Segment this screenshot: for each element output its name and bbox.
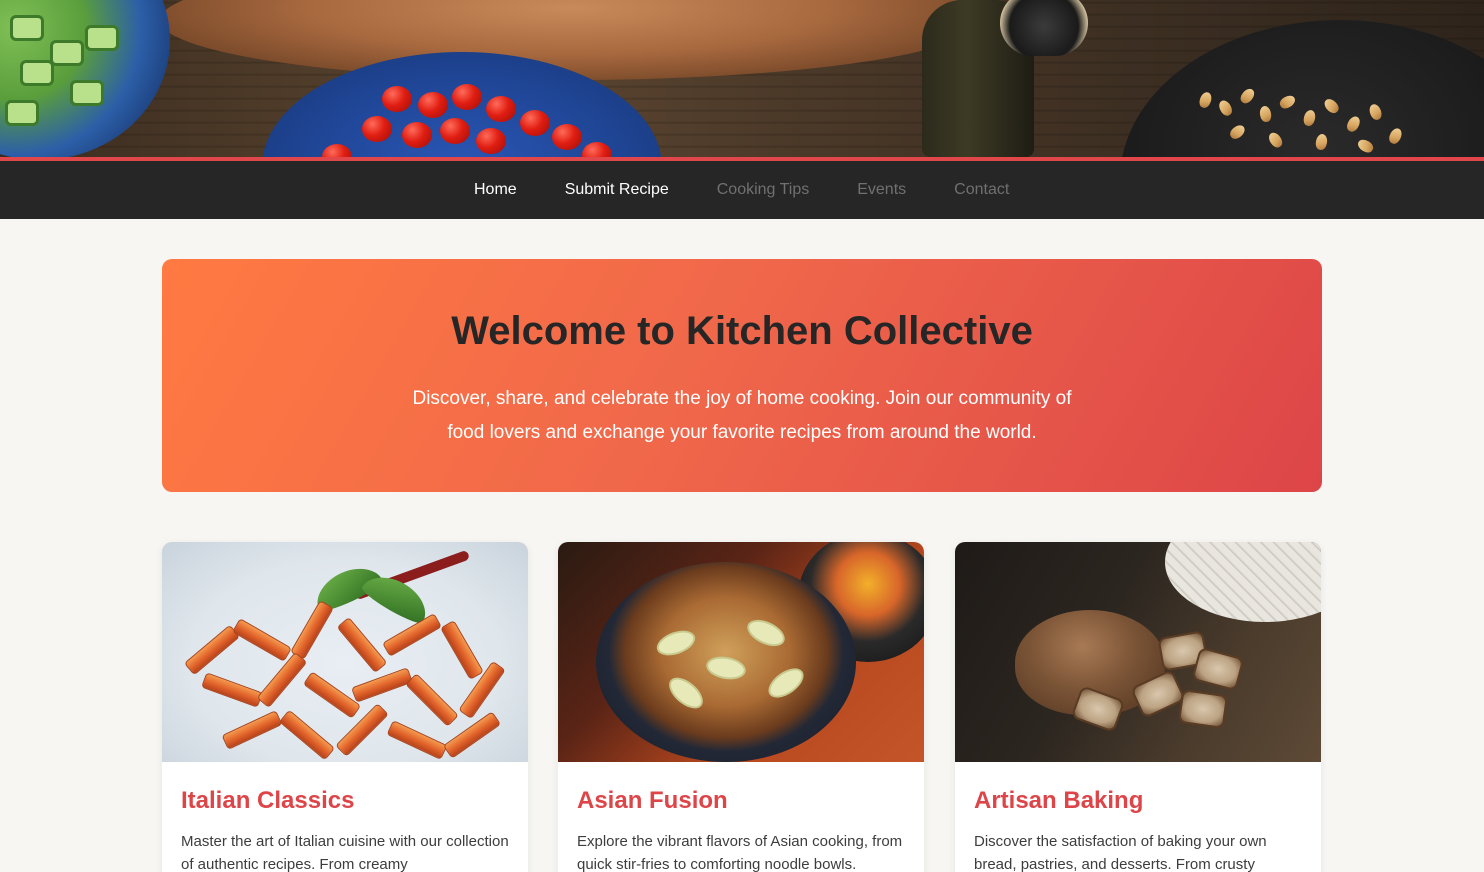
penne-piece [351, 667, 413, 703]
card-description: Explore the vibrant flavors of Asian coo… [577, 833, 903, 872]
cucumber-piece [70, 80, 104, 106]
penne-piece [201, 672, 263, 708]
pine-nut [1367, 102, 1384, 122]
pine-nut [1216, 98, 1235, 118]
welcome-banner: Welcome to Kitchen Collective Discover, … [162, 259, 1322, 492]
cabbage-piece [653, 625, 699, 661]
pine-nut [1266, 130, 1285, 150]
bread-basket [1165, 542, 1321, 622]
tomato [520, 110, 550, 136]
pasta-image [162, 542, 528, 762]
bottle-cap [1000, 0, 1088, 56]
main-navigation: Home Submit Recipe Cooking Tips Events C… [0, 157, 1484, 219]
pine-nut [1355, 137, 1376, 155]
tomato [322, 144, 352, 157]
tomato [382, 86, 412, 112]
card-title: Italian Classics [181, 787, 355, 814]
cabbage-piece [704, 653, 748, 683]
tomato [476, 128, 506, 154]
tomato [418, 92, 448, 118]
penne-piece [183, 624, 241, 676]
pine-nut [1197, 90, 1214, 110]
cabbage-piece [763, 662, 809, 704]
nav-link-home[interactable]: Home [474, 181, 517, 199]
welcome-text: Discover, share, and celebrate the joy o… [412, 388, 1072, 443]
penne-piece [302, 671, 362, 719]
tomato [402, 122, 432, 148]
card-description: Discover the satisfaction of baking your… [974, 833, 1267, 872]
tomato [452, 84, 482, 110]
pine-nut [1321, 96, 1342, 116]
tomato [552, 124, 582, 150]
pine-nut [1314, 133, 1329, 151]
card-title: Asian Fusion [577, 787, 728, 814]
penne-piece [440, 620, 484, 680]
cucumber-piece [50, 40, 84, 66]
pine-nut [1302, 108, 1317, 128]
nav-link-cooking-tips[interactable]: Cooking Tips [717, 181, 810, 199]
cucumber-piece [85, 25, 119, 51]
hero-food-image [0, 0, 1484, 157]
stir-fry-pot [596, 562, 856, 762]
recipe-card-asian[interactable]: Asian Fusion Explore the vibrant flavors… [558, 542, 924, 872]
nav-link-events[interactable]: Events [857, 181, 906, 199]
pine-nut [1258, 105, 1273, 123]
nav-menu: Home Submit Recipe Cooking Tips Events C… [450, 161, 1033, 219]
tomato [486, 96, 516, 122]
recipe-card-baking[interactable]: Artisan Baking Discover the satisfaction… [955, 542, 1321, 872]
penne-piece [278, 709, 336, 761]
pine-nut [1277, 93, 1298, 111]
cucumber-piece [5, 100, 39, 126]
cabbage-piece [743, 614, 789, 652]
recipe-card-italian[interactable]: Italian Classics Master the art of Itali… [162, 542, 528, 872]
cabbage-piece [663, 671, 709, 715]
bread-slice [1191, 646, 1245, 692]
card-description: Master the art of Italian cuisine with o… [181, 833, 509, 872]
penne-piece [221, 710, 283, 750]
cucumber-piece [20, 60, 54, 86]
card-title: Artisan Baking [974, 787, 1144, 814]
cucumber-piece [10, 15, 44, 41]
pine-nut [1387, 126, 1404, 146]
bread-slice [1177, 688, 1229, 730]
penne-piece [290, 600, 334, 660]
penne-piece [386, 720, 448, 760]
penne-piece [405, 673, 459, 727]
tomato [362, 116, 392, 142]
penne-piece [336, 616, 388, 674]
welcome-title: Welcome to Kitchen Collective [451, 309, 1033, 353]
nav-link-submit-recipe[interactable]: Submit Recipe [565, 181, 669, 199]
stir-fry-image [558, 542, 924, 762]
nav-link-contact[interactable]: Contact [954, 181, 1009, 199]
pine-nut [1344, 114, 1363, 134]
tomato [582, 142, 612, 157]
bread-image [955, 542, 1321, 762]
pine-nut [1227, 122, 1248, 142]
pine-nut [1238, 86, 1257, 106]
tomato [440, 118, 470, 144]
penne-piece [232, 618, 292, 662]
